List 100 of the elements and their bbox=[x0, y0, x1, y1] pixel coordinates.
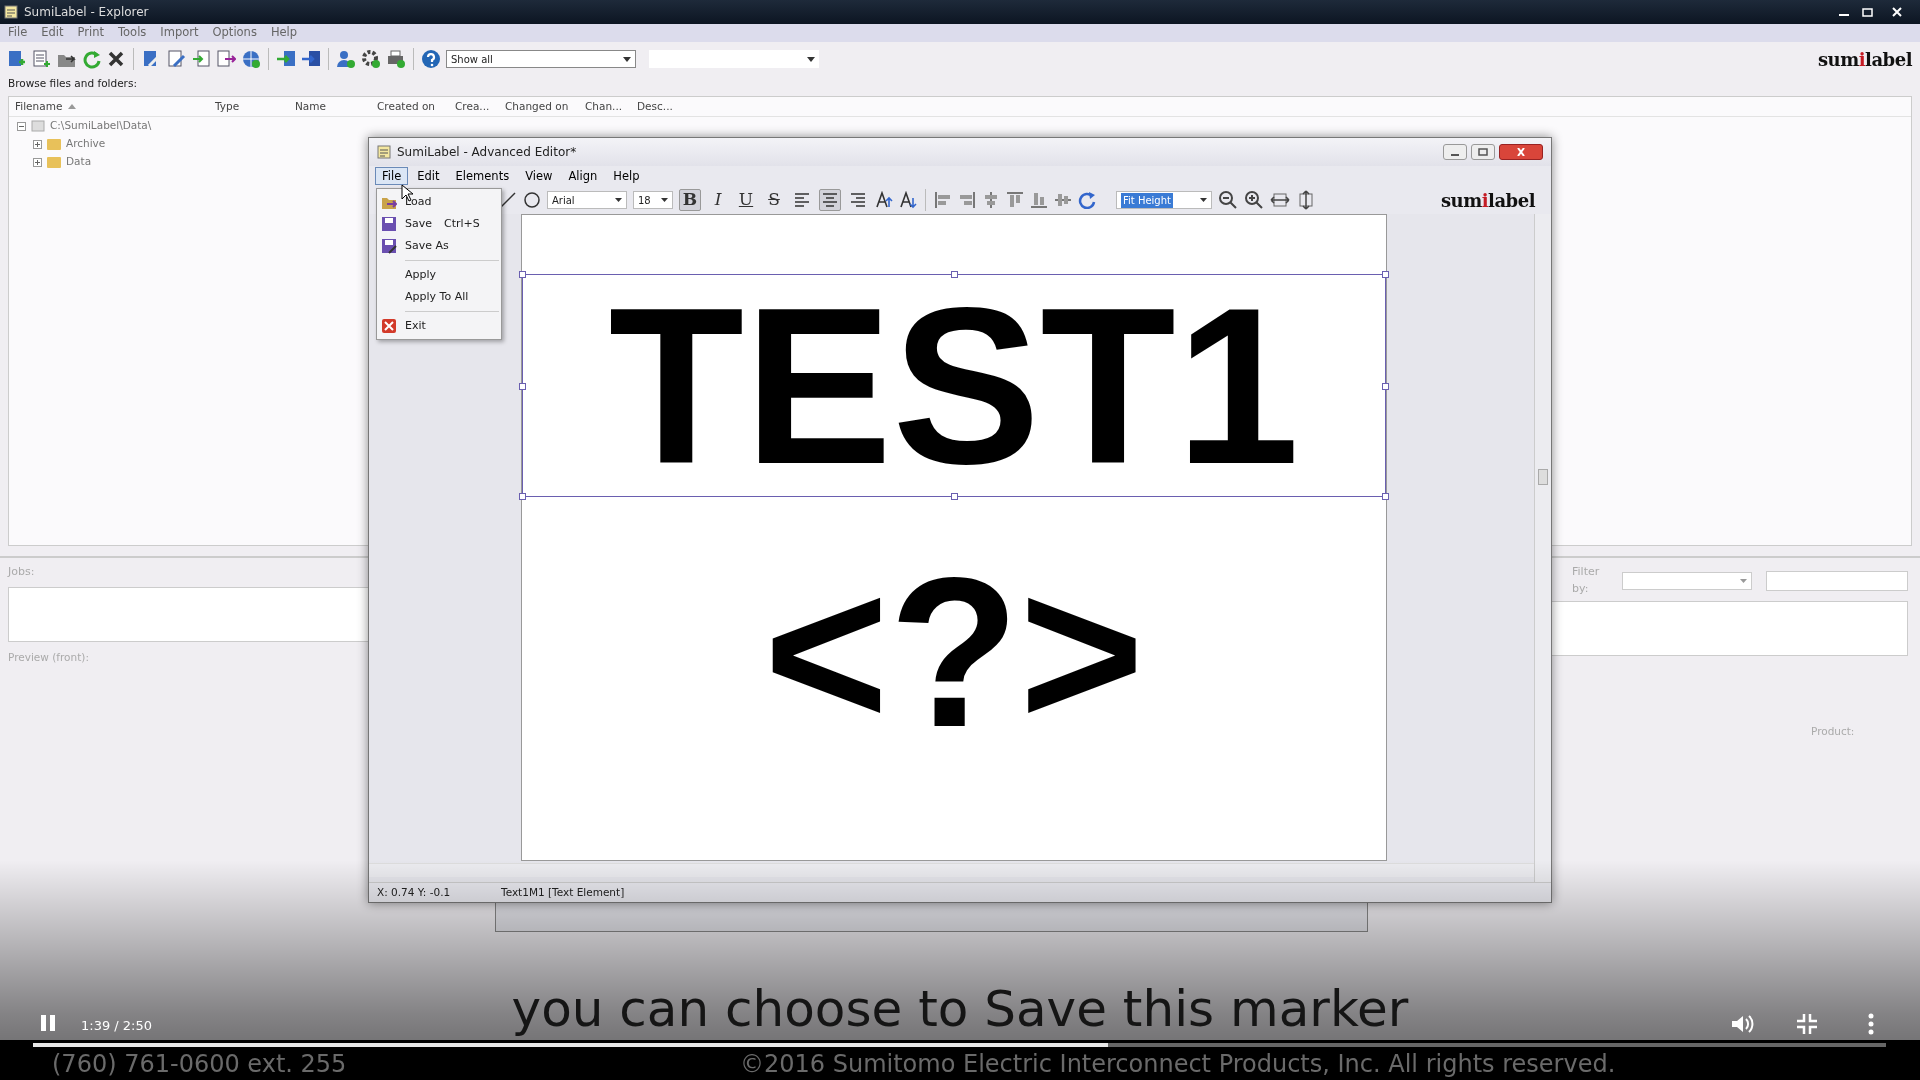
menu-item[interactable]: Help bbox=[606, 167, 647, 185]
zoom-select[interactable]: Fit Height bbox=[1116, 191, 1212, 209]
menu-item[interactable]: Save Ctrl+S bbox=[377, 213, 501, 235]
align-left-icon bbox=[793, 191, 811, 209]
zoom-in-icon[interactable] bbox=[1244, 190, 1264, 210]
menu-item[interactable]: Load bbox=[377, 191, 501, 213]
gear-icon[interactable] bbox=[361, 49, 381, 69]
new-document-icon[interactable] bbox=[6, 49, 26, 69]
align-left-edge-icon[interactable] bbox=[934, 191, 952, 209]
menu-item[interactable]: Apply bbox=[377, 264, 501, 286]
shortcut-text: Ctrl+S bbox=[444, 215, 480, 232]
dropdown-arrow-icon bbox=[661, 198, 668, 202]
dropdown-arrow-icon bbox=[1200, 198, 1207, 202]
column-header[interactable]: Chan... bbox=[579, 98, 631, 115]
align-bottom-icon[interactable] bbox=[1030, 191, 1048, 209]
underline-button[interactable]: U bbox=[735, 189, 757, 211]
align-right-icon bbox=[849, 191, 867, 209]
menu-item[interactable]: View bbox=[518, 167, 560, 185]
maximize-button[interactable] bbox=[1471, 144, 1495, 160]
document-icon[interactable] bbox=[31, 49, 51, 69]
minimize-button[interactable] bbox=[1443, 144, 1467, 160]
rotate-icon[interactable] bbox=[1078, 191, 1096, 209]
more-options-icon[interactable] bbox=[1868, 1013, 1874, 1035]
zoom-out-icon[interactable] bbox=[1218, 190, 1238, 210]
view-filter-select[interactable]: Show all bbox=[446, 50, 636, 68]
column-header[interactable]: Created on bbox=[371, 98, 449, 115]
column-header[interactable]: Name bbox=[289, 98, 371, 115]
import-icon[interactable] bbox=[276, 49, 296, 69]
menu-item[interactable]: Align bbox=[561, 167, 605, 185]
tree-item[interactable]: Data bbox=[66, 154, 92, 170]
menu-item[interactable]: Edit bbox=[41, 24, 64, 42]
printer-icon[interactable] bbox=[386, 49, 406, 69]
fit-height-icon[interactable] bbox=[1296, 190, 1316, 210]
strikethrough-button[interactable]: S bbox=[763, 189, 785, 211]
globe-icon[interactable] bbox=[241, 49, 261, 69]
align-middle-icon[interactable] bbox=[982, 191, 1000, 209]
grow-font-icon[interactable] bbox=[875, 191, 893, 209]
close-icon bbox=[1516, 148, 1526, 156]
label-text[interactable]: TEST1 bbox=[522, 274, 1386, 497]
column-header[interactable]: Changed on bbox=[499, 98, 579, 115]
user-icon[interactable] bbox=[336, 49, 356, 69]
menu-item[interactable]: Save As bbox=[377, 235, 501, 257]
refresh-icon[interactable] bbox=[81, 49, 101, 69]
font-size-select[interactable]: 18 bbox=[633, 191, 673, 209]
filter-label: Filter by: bbox=[1572, 564, 1601, 597]
preview-label: Preview (front): bbox=[8, 649, 90, 665]
ellipse-tool-icon[interactable] bbox=[523, 191, 541, 209]
import-icon[interactable] bbox=[191, 49, 211, 69]
menu-item[interactable]: Apply To All bbox=[377, 286, 501, 308]
column-header[interactable]: Crea... bbox=[449, 98, 499, 115]
import-icon[interactable] bbox=[301, 49, 321, 69]
progress-track[interactable] bbox=[33, 1043, 1886, 1047]
collapse-icon[interactable] bbox=[17, 121, 26, 131]
export-icon[interactable] bbox=[216, 49, 236, 69]
menu-item[interactable]: Options bbox=[212, 24, 257, 42]
sort-arrow-icon bbox=[68, 104, 77, 109]
menu-item[interactable]: Edit bbox=[410, 167, 447, 185]
scroll-thumb[interactable] bbox=[1538, 469, 1548, 485]
menu-item[interactable]: Help bbox=[270, 24, 298, 42]
close-button[interactable] bbox=[1499, 144, 1543, 160]
app-icon bbox=[4, 5, 18, 19]
help-icon[interactable] bbox=[421, 49, 441, 69]
align-top-icon[interactable] bbox=[1006, 191, 1024, 209]
column-header[interactable]: Type bbox=[209, 98, 289, 115]
line-tool-icon[interactable] bbox=[499, 191, 517, 209]
exit-fullscreen-icon[interactable] bbox=[1796, 1013, 1818, 1035]
bold-button[interactable]: B bbox=[679, 189, 701, 211]
font-select[interactable]: Arial bbox=[547, 191, 627, 209]
jobs-label: Jobs: bbox=[8, 564, 36, 580]
align-center-button[interactable] bbox=[819, 189, 841, 211]
align-center-vertical-icon[interactable] bbox=[1054, 191, 1072, 209]
horizontal-scrollbar[interactable] bbox=[369, 863, 1534, 877]
fit-width-icon[interactable] bbox=[1270, 190, 1290, 210]
label-text[interactable]: <?> bbox=[522, 545, 1386, 759]
tree-item[interactable]: C:\SumiLabel\Data\ bbox=[50, 118, 152, 134]
filter-field[interactable] bbox=[1766, 570, 1908, 591]
edit-document-icon[interactable] bbox=[166, 49, 186, 69]
shrink-font-icon[interactable] bbox=[899, 191, 917, 209]
menu-item[interactable]: Import bbox=[160, 24, 199, 42]
dropdown-arrow-icon bbox=[615, 198, 622, 202]
align-right-edge-icon[interactable] bbox=[958, 191, 976, 209]
status-text: Text1M1 [Text Element] bbox=[500, 884, 625, 900]
menu-item[interactable]: Elements bbox=[448, 167, 517, 185]
menu-item[interactable]: File bbox=[375, 167, 409, 185]
pause-icon[interactable] bbox=[40, 1014, 56, 1032]
menu-item[interactable]: File bbox=[8, 24, 28, 42]
column-header[interactable]: Desc... bbox=[631, 98, 684, 115]
menu-item[interactable]: Exit bbox=[377, 315, 501, 337]
menu-item[interactable]: Print bbox=[77, 24, 104, 42]
tree-item[interactable]: Archive bbox=[66, 136, 106, 152]
close-icon bbox=[381, 318, 397, 334]
volume-icon[interactable] bbox=[1730, 1013, 1756, 1035]
footer-text: ©2016 Sumitomo Electric Interconnect Products, Inc. All rights reserved. bbox=[740, 1050, 1616, 1078]
vertical-scrollbar[interactable] bbox=[1534, 214, 1551, 882]
expand-icon[interactable] bbox=[33, 157, 42, 167]
menu-item[interactable]: Tools bbox=[118, 24, 147, 42]
expand-icon[interactable] bbox=[33, 139, 42, 149]
column-header[interactable]: Filename bbox=[9, 98, 209, 115]
delete-icon[interactable] bbox=[106, 49, 126, 69]
italic-button[interactable]: I bbox=[707, 189, 729, 211]
